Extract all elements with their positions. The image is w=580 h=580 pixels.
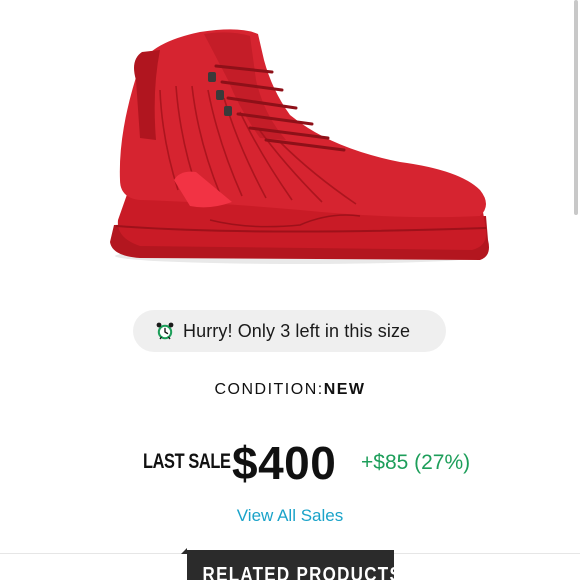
product-page: Hurry! Only 3 left in this size CONDITIO… bbox=[0, 0, 580, 580]
condition-label: CONDITION: bbox=[214, 381, 324, 398]
condition-line: CONDITION:NEW bbox=[0, 381, 580, 399]
scrollbar[interactable] bbox=[574, 0, 578, 215]
price-change: +$85 (27%) bbox=[361, 451, 471, 474]
related-products-tab[interactable]: RELATED PRODUCTS bbox=[187, 550, 403, 580]
sneaker-image bbox=[110, 29, 489, 264]
low-stock-text: Hurry! Only 3 left in this size bbox=[183, 320, 411, 341]
last-sale-label: LAST SALE bbox=[143, 450, 231, 473]
product-image bbox=[100, 20, 500, 280]
last-sale-price: $400 bbox=[232, 437, 337, 489]
last-sale-row: LAST SALE $400 +$85 (27%) bbox=[0, 432, 580, 492]
low-stock-banner: Hurry! Only 3 left in this size bbox=[133, 310, 446, 352]
view-all-sales-link[interactable]: View All Sales bbox=[0, 506, 580, 526]
alarm-clock-icon bbox=[155, 321, 175, 341]
condition-value: NEW bbox=[323, 381, 366, 398]
related-products-label: RELATED PRODUCTS bbox=[202, 564, 403, 580]
